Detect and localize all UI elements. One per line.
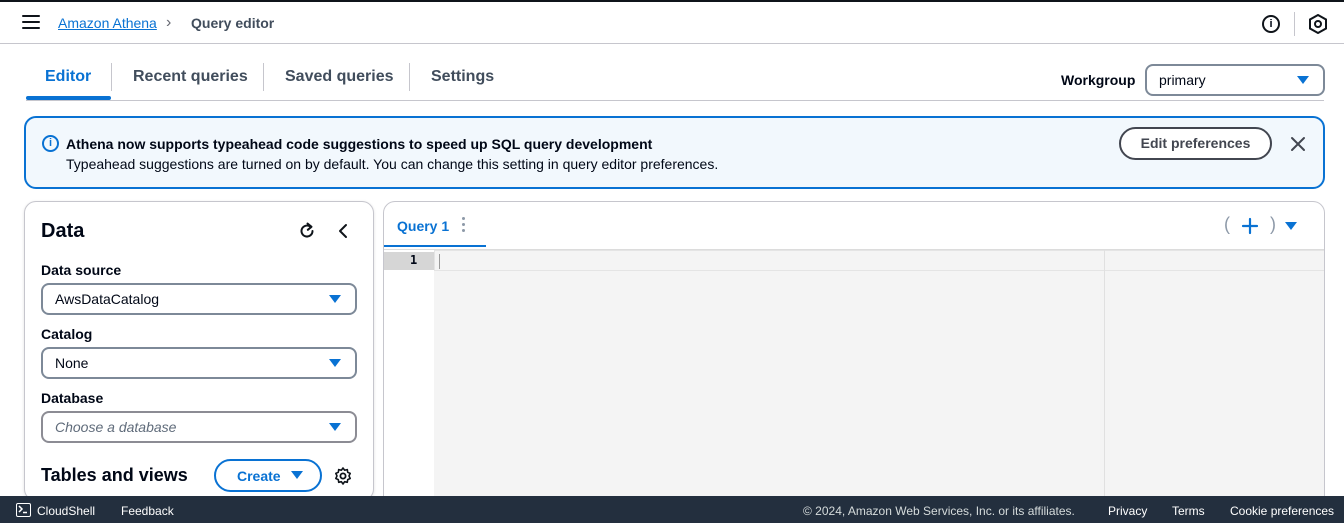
database-placeholder: Choose a database [55, 419, 177, 435]
header-divider [1294, 12, 1295, 36]
caret-down-icon [329, 423, 341, 431]
tab-separator [111, 63, 112, 91]
more-vertical-icon[interactable] [458, 217, 468, 233]
caret-down-icon [329, 359, 341, 367]
terms-link[interactable]: Terms [1172, 504, 1205, 518]
breadcrumb-query-editor: Query editor [191, 15, 275, 31]
code-area: 1 [384, 249, 1324, 500]
paren-open: ( [1224, 214, 1230, 234]
refresh-icon[interactable] [297, 221, 317, 241]
workgroup-label: Workgroup [1061, 72, 1136, 88]
tab-settings[interactable]: Settings [431, 68, 494, 86]
workgroup-select[interactable]: primary [1145, 64, 1325, 96]
caret-down-icon [291, 471, 303, 479]
catalog-value: None [55, 355, 89, 371]
data-panel-title: Data [41, 220, 85, 242]
flash-title: Athena now supports typeahead code sugge… [66, 136, 653, 152]
caret-down-icon [329, 295, 341, 303]
create-button[interactable]: Create [214, 459, 322, 492]
query-editor-panel: Query 1 ( ) 1 [383, 201, 1325, 501]
info-icon: i [42, 135, 59, 152]
breadcrumb-amazon-athena[interactable]: Amazon Athena [58, 15, 157, 31]
paren-close: ) [1270, 214, 1276, 234]
typeahead-flash-banner: i Athena now supports typeahead code sug… [24, 116, 1325, 189]
caret-down-icon[interactable] [1285, 222, 1297, 230]
active-line-highlight [384, 252, 434, 270]
tab-separator [409, 63, 410, 91]
tables-and-views-title: Tables and views [41, 465, 188, 485]
print-margin [1104, 250, 1105, 500]
catalog-label: Catalog [41, 326, 93, 342]
current-line [434, 250, 1324, 271]
caret-down-icon [1297, 76, 1309, 84]
create-button-label: Create [237, 468, 281, 484]
cloudshell-icon[interactable] [16, 503, 31, 517]
feedback-link[interactable]: Feedback [121, 504, 174, 518]
flash-body: Typeahead suggestions are turned on by d… [66, 156, 719, 172]
active-tab-indicator [26, 96, 111, 100]
cookie-preferences-link[interactable]: Cookie preferences [1230, 504, 1334, 518]
query-tab-label: Query 1 [397, 218, 450, 234]
tab-separator [263, 63, 264, 91]
catalog-select[interactable]: None [41, 347, 357, 379]
footer: CloudShell Feedback © 2024, Amazon Web S… [0, 496, 1344, 523]
tab-saved-queries[interactable]: Saved queries [285, 68, 394, 86]
menu-icon[interactable] [22, 15, 40, 31]
data-source-value: AwsDataCatalog [55, 291, 160, 307]
line-number: 1 [410, 253, 418, 267]
gear-icon[interactable] [333, 466, 353, 486]
data-panel: Data Data source AwsDataCatalog Catalog … [24, 201, 374, 501]
line-gutter: 1 [384, 250, 434, 500]
privacy-link[interactable]: Privacy [1108, 504, 1147, 518]
database-label: Database [41, 390, 104, 406]
chevron-left-icon[interactable] [333, 221, 353, 241]
tab-actions: ( ) [1222, 214, 1312, 238]
text-cursor [439, 254, 440, 269]
sql-code-input[interactable] [434, 250, 1324, 500]
info-icon[interactable]: i [1262, 15, 1280, 33]
database-select[interactable]: Choose a database [41, 411, 357, 443]
plus-icon[interactable] [1240, 216, 1260, 236]
tab-recent-queries[interactable]: Recent queries [133, 68, 248, 86]
copyright-text: © 2024, Amazon Web Services, Inc. or its… [803, 504, 1075, 518]
breadcrumb-separator-icon: › [166, 14, 172, 31]
data-source-label: Data source [41, 262, 122, 278]
top-navigation-bar: Amazon Athena › Query editor i [0, 0, 1344, 44]
query-tab-1[interactable]: Query 1 [384, 202, 486, 247]
hexagon-settings-icon[interactable] [1309, 14, 1327, 34]
cloudshell-link[interactable]: CloudShell [37, 504, 95, 518]
edit-preferences-button[interactable]: Edit preferences [1119, 127, 1272, 160]
close-icon[interactable] [1288, 134, 1308, 154]
data-source-select[interactable]: AwsDataCatalog [41, 283, 357, 315]
workgroup-value: primary [1159, 72, 1206, 88]
tab-editor[interactable]: Editor [45, 68, 91, 86]
